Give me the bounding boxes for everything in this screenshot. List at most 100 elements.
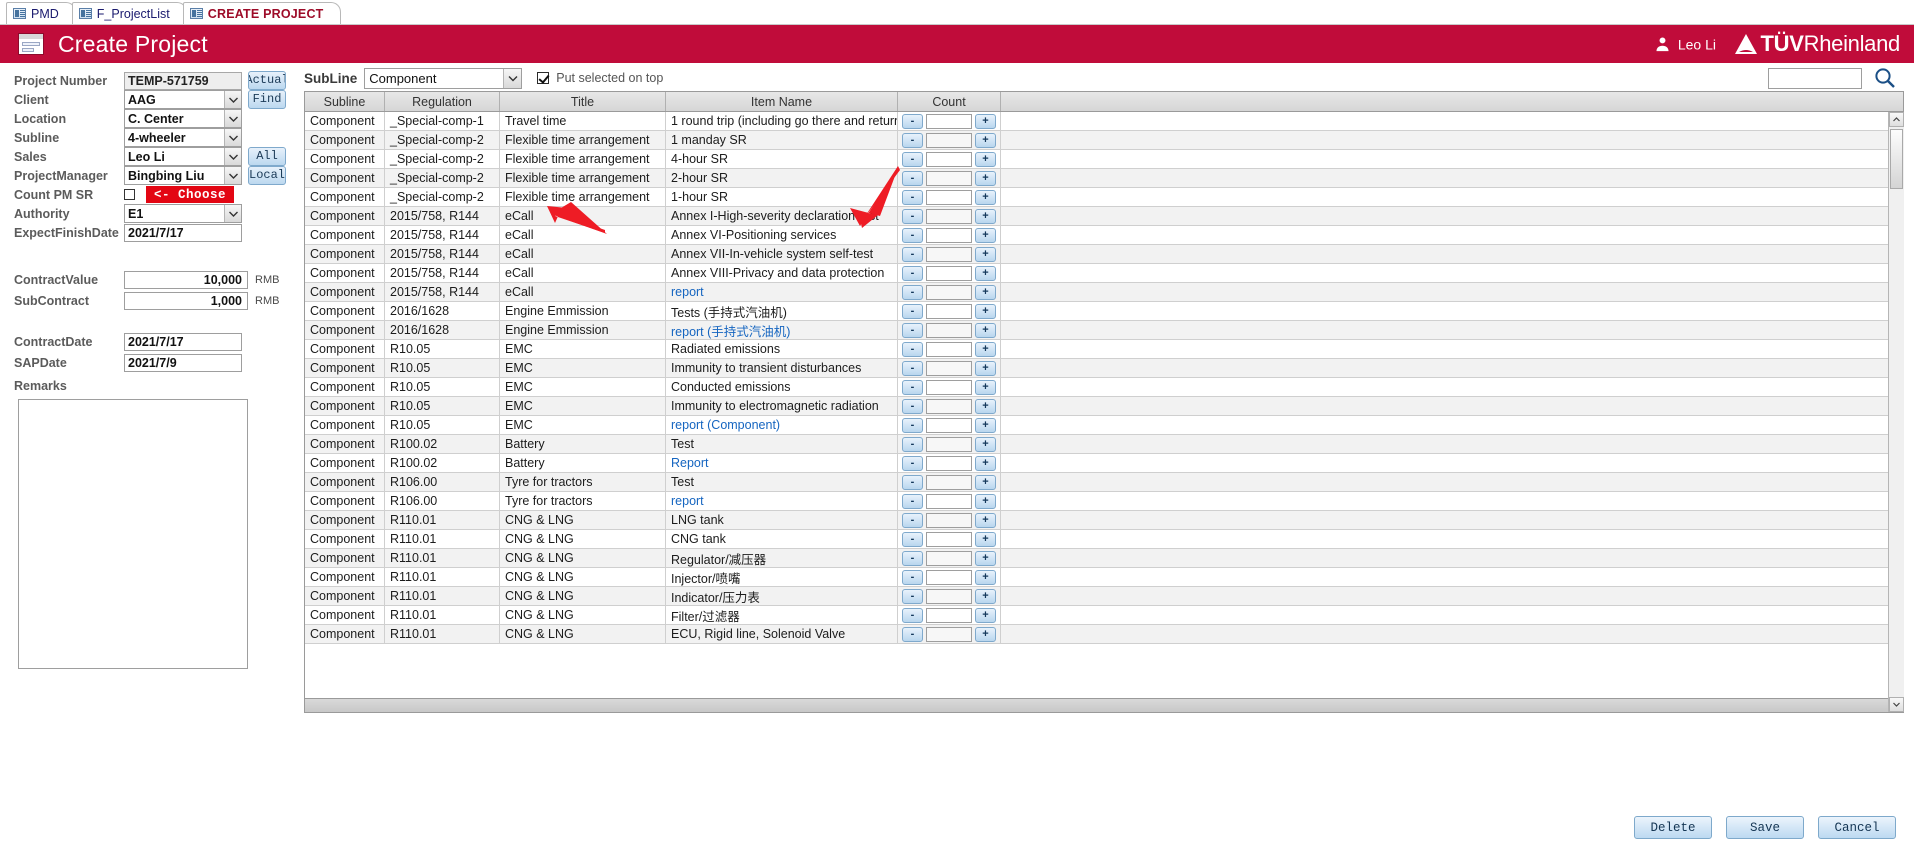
count-input[interactable] bbox=[926, 265, 972, 281]
count-input[interactable] bbox=[926, 398, 972, 414]
count-input[interactable] bbox=[926, 360, 972, 376]
count-decrement-button[interactable]: - bbox=[902, 398, 923, 414]
put-selected-on-top-checkbox[interactable] bbox=[537, 72, 550, 84]
sales-select[interactable]: Leo Li bbox=[124, 147, 242, 166]
scroll-down-icon[interactable] bbox=[1889, 697, 1904, 712]
count-decrement-button[interactable]: - bbox=[902, 493, 923, 509]
table-row[interactable]: Component 2015/758, R144 eCall Annex VI-Pos… bbox=[305, 226, 1903, 245]
all-button[interactable]: All bbox=[248, 147, 286, 166]
count-decrement-button[interactable]: - bbox=[902, 531, 923, 547]
count-input[interactable] bbox=[926, 227, 972, 243]
table-row[interactable]: Component R10.05 EMC Radiated emissions - + bbox=[305, 340, 1903, 359]
tab-pmd[interactable]: PMD bbox=[6, 2, 76, 24]
column-header-title[interactable]: Title bbox=[500, 92, 666, 111]
count-input[interactable] bbox=[926, 474, 972, 490]
count-increment-button[interactable]: + bbox=[975, 550, 996, 566]
count-decrement-button[interactable]: - bbox=[902, 379, 923, 395]
count-input[interactable] bbox=[926, 379, 972, 395]
table-row[interactable]: Component _Special-comp-2 Flexible time ar… bbox=[305, 188, 1903, 207]
count-increment-button[interactable]: + bbox=[975, 322, 996, 338]
count-input[interactable] bbox=[926, 341, 972, 357]
count-decrement-button[interactable]: - bbox=[902, 303, 923, 319]
count-input[interactable] bbox=[926, 189, 972, 205]
count-increment-button[interactable]: + bbox=[975, 170, 996, 186]
count-increment-button[interactable]: + bbox=[975, 265, 996, 281]
table-row[interactable]: Component R10.05 EMC Immunity to transient … bbox=[305, 359, 1903, 378]
count-increment-button[interactable]: + bbox=[975, 474, 996, 490]
count-increment-button[interactable]: + bbox=[975, 569, 996, 585]
count-input[interactable] bbox=[926, 550, 972, 566]
count-pm-sr-checkbox[interactable] bbox=[124, 189, 135, 200]
table-row[interactable]: Component 2015/758, R144 eCall Annex VII-In… bbox=[305, 245, 1903, 264]
remarks-textarea[interactable] bbox=[18, 399, 248, 669]
cell-item-name[interactable]: report (Component) bbox=[666, 416, 898, 434]
count-increment-button[interactable]: + bbox=[975, 189, 996, 205]
table-row[interactable]: Component R10.05 EMC Immunity to electromag… bbox=[305, 397, 1903, 416]
chevron-down-icon[interactable] bbox=[503, 68, 522, 88]
count-increment-button[interactable]: + bbox=[975, 626, 996, 642]
table-row[interactable]: Component R110.01 CNG & LNG ECU, Rigid line… bbox=[305, 625, 1903, 644]
count-input[interactable] bbox=[926, 588, 972, 604]
count-decrement-button[interactable]: - bbox=[902, 512, 923, 528]
count-input[interactable] bbox=[926, 170, 972, 186]
count-input[interactable] bbox=[926, 607, 972, 623]
chevron-down-icon[interactable] bbox=[224, 167, 241, 184]
count-increment-button[interactable]: + bbox=[975, 246, 996, 262]
count-decrement-button[interactable]: - bbox=[902, 550, 923, 566]
count-decrement-button[interactable]: - bbox=[902, 474, 923, 490]
count-increment-button[interactable]: + bbox=[975, 493, 996, 509]
local-button[interactable]: Local bbox=[248, 166, 286, 185]
count-increment-button[interactable]: + bbox=[975, 284, 996, 300]
table-row[interactable]: Component _Special-comp-2 Flexible time ar… bbox=[305, 150, 1903, 169]
find-button[interactable]: Find bbox=[248, 90, 286, 109]
count-input[interactable] bbox=[926, 246, 972, 262]
count-input[interactable] bbox=[926, 322, 972, 338]
count-decrement-button[interactable]: - bbox=[902, 455, 923, 471]
count-decrement-button[interactable]: - bbox=[902, 360, 923, 376]
count-input[interactable] bbox=[926, 417, 972, 433]
count-increment-button[interactable]: + bbox=[975, 455, 996, 471]
cancel-button[interactable]: Cancel bbox=[1818, 816, 1896, 839]
table-row[interactable]: Component R110.01 CNG & LNG Injector/喷嘴 - + bbox=[305, 568, 1903, 587]
count-decrement-button[interactable]: - bbox=[902, 436, 923, 452]
project-manager-select[interactable]: Bingbing Liu bbox=[124, 166, 242, 185]
count-increment-button[interactable]: + bbox=[975, 151, 996, 167]
chevron-down-icon[interactable] bbox=[224, 148, 241, 165]
client-select[interactable]: AAG bbox=[124, 90, 242, 109]
count-increment-button[interactable]: + bbox=[975, 341, 996, 357]
authority-select[interactable]: E1 bbox=[124, 204, 242, 223]
table-row[interactable]: Component 2015/758, R144 eCall Annex VIII-P… bbox=[305, 264, 1903, 283]
count-decrement-button[interactable]: - bbox=[902, 322, 923, 338]
chevron-down-icon[interactable] bbox=[224, 129, 241, 146]
project-number-input[interactable] bbox=[124, 71, 242, 90]
contract-date-input[interactable] bbox=[124, 332, 242, 351]
sub-contract-input[interactable] bbox=[124, 291, 248, 310]
table-row[interactable]: Component R10.05 EMC Conducted emissions - + bbox=[305, 378, 1903, 397]
count-decrement-button[interactable]: - bbox=[902, 170, 923, 186]
subline-filter-select[interactable]: Component bbox=[364, 67, 523, 89]
count-input[interactable] bbox=[926, 303, 972, 319]
column-header-subline[interactable]: Subline bbox=[305, 92, 385, 111]
count-decrement-button[interactable]: - bbox=[902, 208, 923, 224]
column-header-count[interactable]: Count bbox=[898, 92, 1001, 111]
count-decrement-button[interactable]: - bbox=[902, 151, 923, 167]
scroll-thumb[interactable] bbox=[1890, 129, 1903, 189]
count-increment-button[interactable]: + bbox=[975, 417, 996, 433]
count-input[interactable] bbox=[926, 512, 972, 528]
count-decrement-button[interactable]: - bbox=[902, 284, 923, 300]
cell-item-name[interactable]: Report bbox=[666, 454, 898, 472]
count-decrement-button[interactable]: - bbox=[902, 132, 923, 148]
chevron-down-icon[interactable] bbox=[224, 205, 241, 222]
count-decrement-button[interactable]: - bbox=[902, 341, 923, 357]
count-decrement-button[interactable]: - bbox=[902, 265, 923, 281]
count-decrement-button[interactable]: - bbox=[902, 588, 923, 604]
save-button[interactable]: Save bbox=[1726, 816, 1804, 839]
table-row[interactable]: Component 2016/1628 Engine Emmission report… bbox=[305, 321, 1903, 340]
count-increment-button[interactable]: + bbox=[975, 208, 996, 224]
count-increment-button[interactable]: + bbox=[975, 588, 996, 604]
table-row[interactable]: Component R100.02 Battery Test - + bbox=[305, 435, 1903, 454]
table-row[interactable]: Component _Special-comp-2 Flexible time ar… bbox=[305, 169, 1903, 188]
table-row[interactable]: Component R110.01 CNG & LNG Regulator/减压器 - + bbox=[305, 549, 1903, 568]
count-increment-button[interactable]: + bbox=[975, 379, 996, 395]
column-header-item-name[interactable]: Item Name bbox=[666, 92, 898, 111]
